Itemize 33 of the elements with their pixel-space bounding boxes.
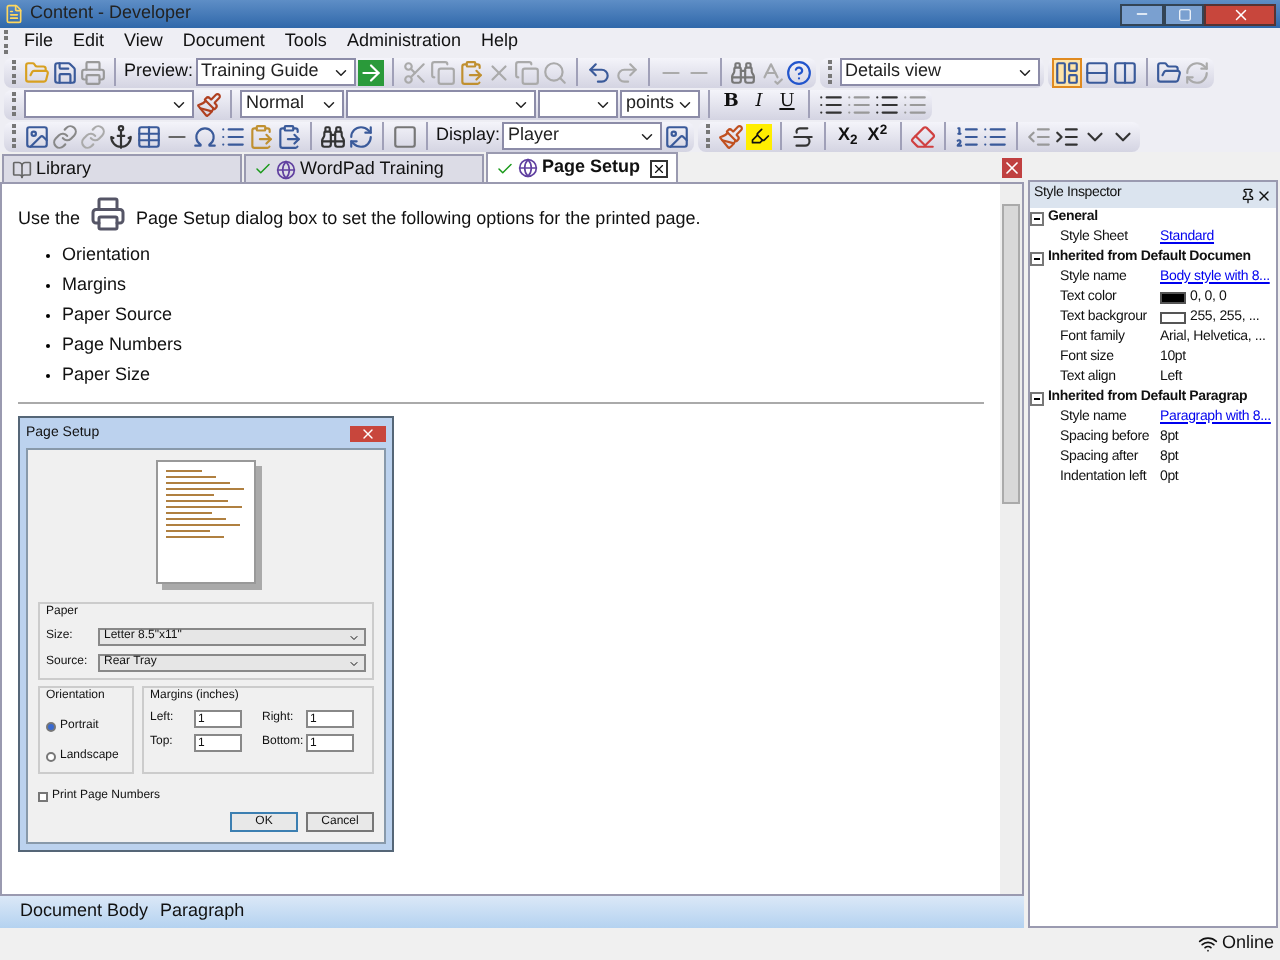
view-dropdown[interactable]: Details view <box>839 58 1040 86</box>
format-button[interactable]: U <box>774 90 800 118</box>
format-button[interactable]: B <box>718 90 744 118</box>
menu-item[interactable]: Edit <box>63 28 115 56</box>
script-button[interactable]: X$^{2}$ <box>863 122 892 150</box>
menu-item[interactable]: Administration <box>336 28 471 56</box>
bullet-text: Paper Source <box>62 301 173 328</box>
tab[interactable]: Library <box>2 154 242 182</box>
format-button[interactable]: I <box>746 90 772 118</box>
bullet-text: Margins <box>62 271 127 298</box>
window-title: Content - Developer <box>30 0 194 27</box>
script-button[interactable]: X$_{2}$ <box>834 122 862 150</box>
display-dropdown[interactable]: Player <box>502 122 663 150</box>
style-dropdown[interactable]: Normal <box>240 90 344 118</box>
status-text: Online <box>1221 930 1274 957</box>
menu-item[interactable]: Document <box>172 28 275 56</box>
display-label: Display: <box>436 122 501 149</box>
bullet-text: Orientation <box>62 241 151 268</box>
tab[interactable]: Page Setup <box>486 152 679 182</box>
menu-item[interactable]: File <box>14 28 64 56</box>
bullet-text: Page Numbers <box>62 331 183 358</box>
breadcrumb-item[interactable]: Paragraph <box>160 898 245 926</box>
menu-item[interactable]: Help <box>470 28 528 56</box>
preview-dropdown[interactable]: Training Guide <box>195 58 356 86</box>
units-dropdown[interactable]: points <box>620 90 700 118</box>
intro-text: Page Setup dialog box to set the following options for the printed page. <box>136 205 701 232</box>
menu-item[interactable]: View <box>114 28 173 56</box>
bullet-text: Paper Size <box>62 361 151 388</box>
tab[interactable]: WordPad Training <box>244 154 484 182</box>
intro-text: Use the <box>18 205 81 231</box>
menu-item[interactable]: Tools <box>274 28 337 56</box>
preview-label: Preview: <box>124 58 194 85</box>
breadcrumb-item[interactable]: Document Body <box>20 898 149 926</box>
